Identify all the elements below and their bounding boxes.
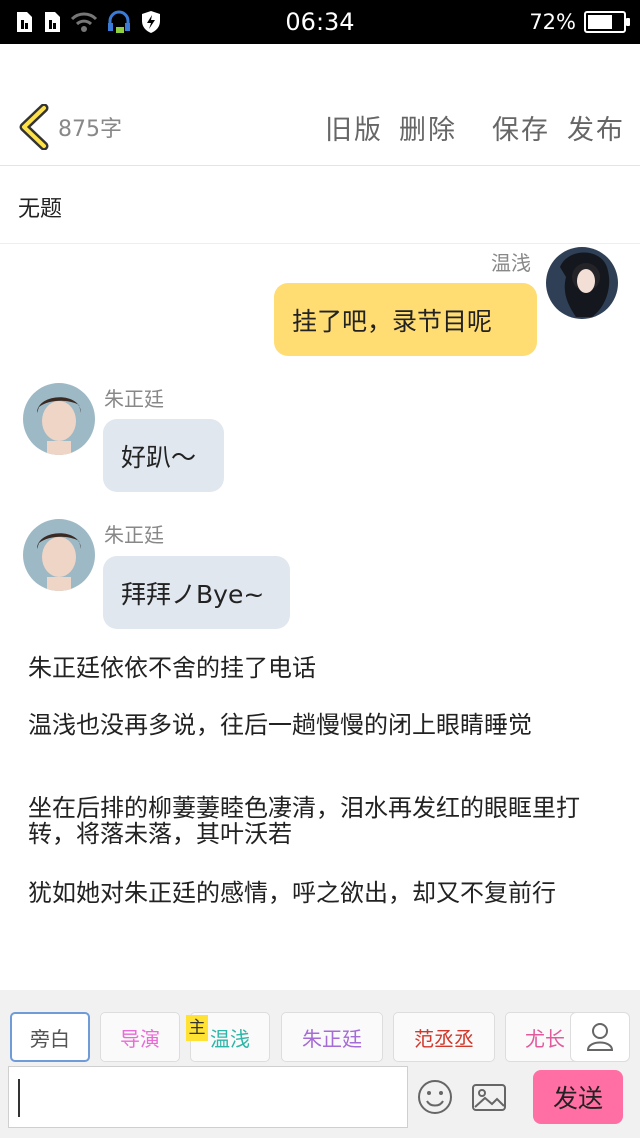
message-speaker-name: 温浅 — [491, 251, 531, 275]
battery-icon — [584, 11, 630, 33]
avatar-wenqian[interactable] — [546, 247, 618, 319]
delete-button[interactable]: 删除 — [399, 108, 457, 147]
main-role-badge: 主 — [186, 1015, 208, 1041]
character-chip-fanchengcheng[interactable]: 范丞丞 — [393, 1012, 495, 1062]
message-input[interactable] — [8, 1066, 408, 1128]
avatar-zhuzhengting[interactable] — [23, 519, 95, 591]
message-bubble-other[interactable]: 好趴～ — [103, 419, 224, 492]
text-caret — [18, 1079, 20, 1117]
status-bar: 06:34 72% — [0, 0, 640, 44]
publish-button[interactable]: 发布 — [567, 108, 625, 147]
back-chevron-icon[interactable] — [14, 104, 54, 150]
message-bubble-other[interactable]: 拜拜ノBye~ — [103, 556, 290, 629]
battery-indicator: 72% — [529, 10, 630, 34]
save-button[interactable]: 保存 — [492, 108, 550, 147]
image-icon[interactable] — [470, 1078, 508, 1116]
word-count: 875字 — [58, 117, 122, 142]
message-speaker-name: 朱正廷 — [104, 523, 164, 547]
message-bubble-self[interactable]: 挂了吧，录节目呢 — [274, 283, 537, 356]
character-chip-zhuzhengting[interactable]: 朱正廷 — [281, 1012, 383, 1062]
narration-paragraph[interactable]: 犹如她对朱正廷的感情，呼之欲出，却又不复前行 — [28, 880, 618, 906]
send-button[interactable]: 发送 — [533, 1070, 623, 1124]
narration-paragraph[interactable]: 坐在后排的柳萋萋睦色凄清，泪水再发红的眼眶里打转，将落未落，其叶沃若 — [28, 795, 618, 847]
character-chip-narrator[interactable]: 旁白 — [10, 1012, 90, 1062]
narration-paragraph[interactable]: 朱正廷依依不舍的挂了电话 — [28, 655, 618, 681]
user-icon — [586, 1023, 614, 1051]
avatar-zhuzhengting[interactable] — [23, 383, 95, 455]
message-speaker-name: 朱正廷 — [104, 387, 164, 411]
narration-paragraph[interactable]: 温浅也没再多说，往后一趟慢慢的闭上眼睛睡觉 — [28, 712, 618, 738]
emoji-icon[interactable] — [416, 1078, 454, 1116]
old-version-button[interactable]: 旧版 — [325, 108, 383, 147]
character-manage-button[interactable] — [570, 1012, 630, 1062]
character-chip-director[interactable]: 导演 — [100, 1012, 180, 1062]
document-title[interactable]: 无题 — [18, 191, 62, 223]
title-bar[interactable]: 无题 — [0, 166, 640, 244]
battery-percent: 72% — [529, 10, 576, 34]
editor-header: 875字 旧版 删除 保存 发布 — [0, 44, 640, 166]
